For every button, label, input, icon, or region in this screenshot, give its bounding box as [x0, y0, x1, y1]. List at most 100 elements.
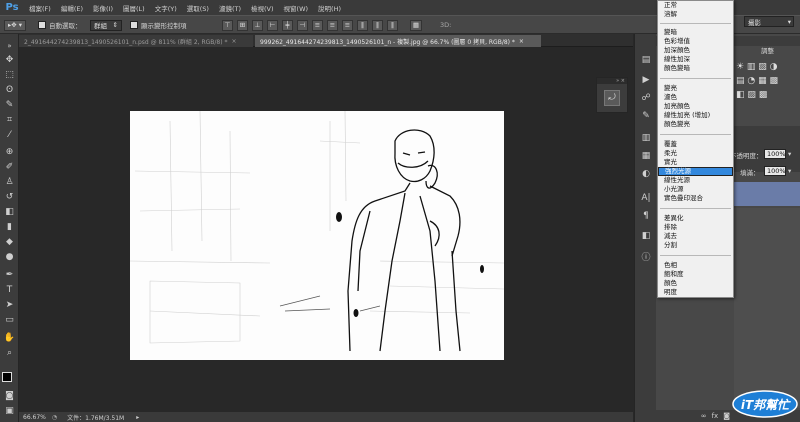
actions-icon[interactable]: ▶ [640, 74, 652, 86]
character-icon[interactable]: A| [640, 192, 652, 204]
marquee-tool-icon[interactable]: ⬚ [3, 69, 16, 81]
info-panel-icon[interactable]: ⓘ [640, 250, 652, 263]
distribute-vcenter-icon[interactable]: ≡ [327, 19, 338, 31]
blend-multiply[interactable]: 色彩增值 [664, 37, 690, 46]
paragraph-icon[interactable]: ¶ [640, 210, 652, 222]
menu-select[interactable]: 選取(S) [182, 3, 214, 13]
healing-brush-tool-icon[interactable]: ⊕ [3, 146, 16, 158]
transform-controls-option[interactable]: 顯示變形控制項 [130, 19, 187, 31]
brush-preset-icon[interactable]: ⤾ [604, 90, 620, 106]
menu-window[interactable]: 視窗(W) [279, 3, 314, 13]
blend-screen[interactable]: 濾色 [664, 93, 677, 102]
opacity-input[interactable]: 100% [764, 149, 786, 159]
quick-select-tool-icon[interactable]: ✎ [3, 99, 16, 111]
distribute-right-icon[interactable]: ‖ [387, 19, 398, 31]
blend-linear-light[interactable]: 線性光源 [664, 176, 690, 185]
posterize-icon[interactable]: ◧ ▨ ▩ [736, 90, 767, 100]
type-tool-icon[interactable]: T [3, 284, 16, 296]
blend-color-burn[interactable]: 加深顏色 [664, 46, 690, 55]
tab-document-psd[interactable]: 2_491644274239813_1490526101_n.psd @ 811… [19, 35, 253, 47]
layer-row-selected[interactable] [734, 182, 800, 206]
blend-hard-mix[interactable]: 實色疊印混合 [664, 194, 703, 203]
blend-divide[interactable]: 分割 [664, 241, 677, 250]
menu-filter[interactable]: 濾鏡(T) [214, 3, 246, 13]
blend-lighter-color[interactable]: 顏色變亮 [664, 120, 690, 129]
chevron-down-icon[interactable]: ▾ [788, 167, 791, 175]
align-hcenter-icon[interactable]: ╪ [282, 19, 293, 31]
align-right-icon[interactable]: ⊣ [297, 19, 308, 31]
blend-exclusion[interactable]: 排除 [664, 223, 677, 232]
eraser-tool-icon[interactable]: ◧ [3, 206, 16, 218]
align-bottom-icon[interactable]: ⊥ [252, 19, 263, 31]
tab-document-jpg[interactable]: 999262_491644274239813_1490526101_n - 複製… [255, 35, 541, 47]
menu-file[interactable]: 檔案(F) [24, 3, 56, 13]
history-brush-tool-icon[interactable]: ↺ [3, 191, 16, 203]
color-icon[interactable]: ◐ [640, 168, 652, 180]
styles-icon[interactable]: ▦ [640, 150, 652, 162]
swatches-icon[interactable]: ▥ [640, 132, 652, 144]
hue-icon[interactable]: ▤ ◔ ▦ ▩ [736, 76, 778, 86]
adjustments-tab[interactable]: 調整 [761, 45, 774, 55]
align-top-icon[interactable]: ⊤ [222, 19, 233, 31]
blend-saturation[interactable]: 飽和度 [664, 270, 684, 279]
eyedropper-tool-icon[interactable]: ⁄ [3, 129, 16, 141]
blend-subtract[interactable]: 減去 [664, 232, 677, 241]
distribute-hcenter-icon[interactable]: ‖ [372, 19, 383, 31]
menu-image[interactable]: 影像(I) [88, 3, 118, 13]
shape-tool-icon[interactable]: ▭ [3, 314, 16, 326]
fill-input[interactable]: 100% [764, 166, 786, 176]
levels-icon[interactable]: ☀ ▥ ▨ ◑ [736, 62, 778, 72]
menu-help[interactable]: 說明(H) [313, 3, 346, 13]
foreground-color-swatch[interactable] [2, 372, 12, 382]
layer-style-icon[interactable]: fx [712, 412, 719, 420]
tool-presets-icon[interactable]: ◧ [640, 230, 652, 242]
move-tool-icon[interactable]: ✥ [3, 54, 16, 66]
workspace-select[interactable]: 攝影 ▾ [744, 16, 794, 27]
zoom-level[interactable]: 66.67% [23, 414, 46, 421]
auto-select-dropdown[interactable]: 群組 ⇕ [90, 19, 122, 31]
close-icon[interactable]: × [519, 38, 524, 45]
move-tool-preset[interactable]: ▸✥ ▾ [4, 19, 26, 31]
blend-overlay[interactable]: 覆蓋 [664, 140, 677, 149]
pen-tool-icon[interactable]: ✒ [3, 269, 16, 281]
blend-difference[interactable]: 差異化 [664, 214, 684, 223]
auto-align-button[interactable]: ▦ [410, 19, 422, 31]
quick-mask-icon[interactable]: ◙ [3, 390, 16, 402]
layer-mask-icon[interactable]: ◙ [723, 412, 730, 420]
lasso-tool-icon[interactable]: ʘ [3, 84, 16, 96]
auto-select-option[interactable]: 自動選取： [38, 19, 82, 31]
align-vcenter-icon[interactable]: ⊞ [237, 19, 248, 31]
blend-dissolve[interactable]: 溶解 [664, 10, 677, 19]
crop-tool-icon[interactable]: ⌗ [3, 114, 16, 126]
blur-tool-icon[interactable]: ◆ [3, 236, 16, 248]
blend-color[interactable]: 顏色 [664, 279, 677, 288]
link-layers-icon[interactable]: ∞ [701, 412, 707, 420]
blend-vivid-light[interactable]: 強烈光源 [658, 167, 733, 176]
close-icon[interactable]: × [231, 38, 236, 45]
status-arrow-icon[interactable]: ▸ [136, 414, 139, 421]
menu-type[interactable]: 文字(Y) [150, 3, 182, 13]
gradient-tool-icon[interactable]: ▮ [3, 221, 16, 233]
distribute-top-icon[interactable]: ≡ [312, 19, 323, 31]
clone-stamp-tool-icon[interactable]: ♙ [3, 176, 16, 188]
panel-collapse-icon[interactable]: » × [597, 78, 627, 84]
path-select-tool-icon[interactable]: ➤ [3, 299, 16, 311]
dodge-tool-icon[interactable]: ● [3, 251, 16, 263]
brush-icon[interactable]: ✎ [640, 110, 652, 122]
history-icon[interactable]: ▤ [640, 54, 652, 66]
collapse-icon[interactable]: » [3, 40, 16, 52]
auto-select-checkbox[interactable] [38, 21, 46, 29]
distribute-left-icon[interactable]: ‖ [357, 19, 368, 31]
blend-soft-light[interactable]: 柔光 [664, 149, 677, 158]
blend-hue[interactable]: 色相 [664, 261, 677, 270]
chevron-down-icon[interactable]: ▾ [788, 150, 791, 158]
brush-tool-icon[interactable]: ✐ [3, 161, 16, 173]
transform-controls-checkbox[interactable] [130, 21, 138, 29]
blend-color-dodge[interactable]: 加亮顏色 [664, 102, 690, 111]
menu-layer[interactable]: 圖層(L) [118, 3, 150, 13]
paths-icon[interactable]: ☍ [640, 92, 652, 104]
menu-edit[interactable]: 編輯(E) [56, 3, 88, 13]
blend-linear-dodge[interactable]: 線性加亮 (增加) [664, 111, 710, 120]
blend-luminosity[interactable]: 明度 [664, 288, 677, 297]
blend-hard-light[interactable]: 實光 [664, 158, 677, 167]
